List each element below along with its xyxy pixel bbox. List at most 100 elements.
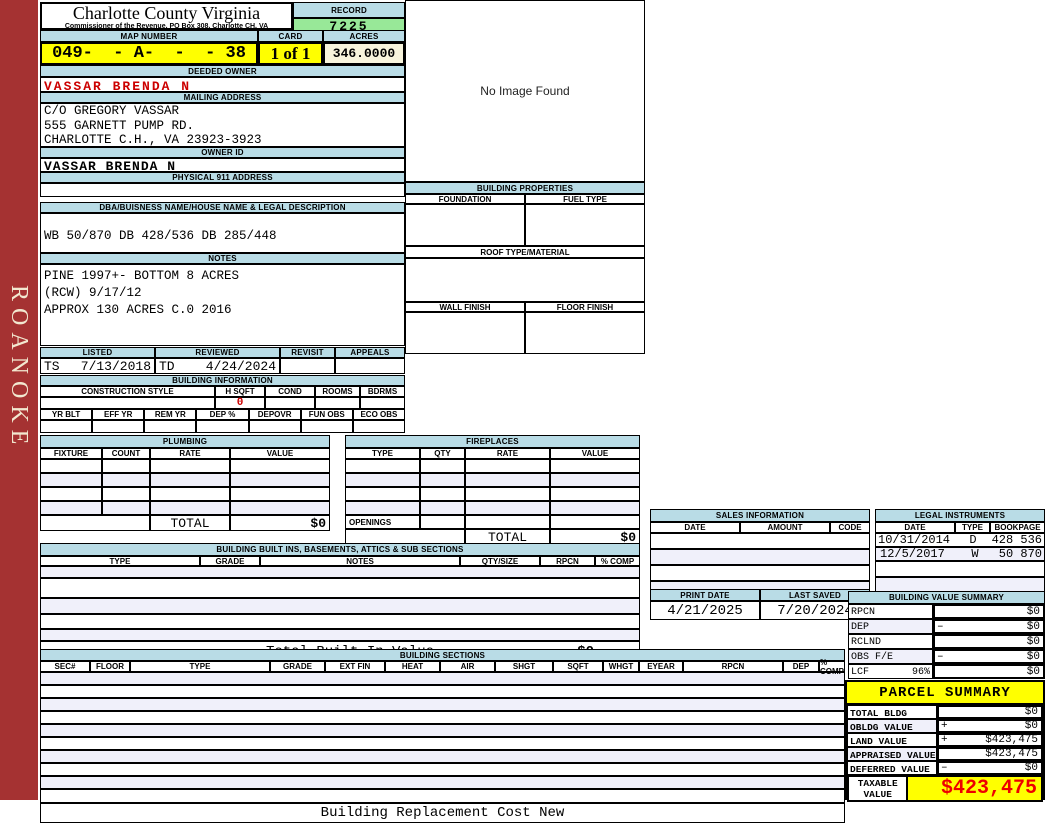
parcel-value-cell: – $0 (937, 761, 1043, 775)
table-row (40, 724, 845, 737)
table-row (40, 672, 845, 685)
instrument-date: 12/5/2017 (880, 547, 945, 561)
map-number-value: 049- - A- - - 38 (40, 42, 258, 65)
parcel-value: $423,475 (985, 734, 1038, 746)
fireplaces-table: FIREPLACES TYPE QTY RATE VALUE OPENINGS … (345, 435, 640, 545)
col-yrblt: YR BLT (40, 409, 93, 420)
col-rate: RATE (465, 448, 550, 459)
wall-finish-label: WALL FINISH (405, 302, 525, 312)
mailing-line: 555 GARNETT PUMP RD. (44, 118, 195, 133)
mailing-address-box: C/O GREGORY VASSAR 555 GARNETT PUMP RD. … (40, 103, 405, 147)
floor-finish-label: FLOOR FINISH (525, 302, 645, 312)
vs-value: $0 (1026, 665, 1040, 678)
vs-pct: 96% (911, 667, 930, 678)
listed-date: 7/13/2018 (80, 359, 151, 374)
note-line: APPROX 130 ACRES C.0 2016 (44, 303, 232, 317)
vs-value-cell: – $0 (933, 619, 1045, 634)
table-row: 10/31/2014 D 428 536 (875, 533, 1045, 547)
table-row (40, 698, 845, 711)
construction-style-value (40, 397, 215, 409)
table-row (40, 501, 330, 515)
vs-value-cell: – $0 (933, 649, 1045, 664)
deeded-owner-value: VASSAR BRENDA N (40, 77, 405, 94)
instrument-date: 10/31/2014 (878, 533, 951, 547)
table-row (650, 549, 870, 565)
parcel-label: OBLDG VALUE (847, 719, 937, 733)
legal-description-label: DBA/BUISNESS NAME/HOUSE NAME & LEGAL DES… (40, 202, 405, 213)
taxable-value: $423,475 (906, 775, 1043, 802)
parcel-value: $0 (1024, 720, 1038, 732)
table-row (40, 685, 845, 698)
reviewed-by: TD (159, 359, 175, 374)
table-row (345, 459, 640, 473)
table-row (40, 776, 845, 789)
wall-finish-value (405, 312, 525, 354)
col-depovr: DEPOVR (248, 409, 301, 420)
title-box: Charlotte County Virginia Commissioner o… (40, 2, 293, 30)
col-air: AIR (440, 661, 495, 672)
col-dep: DEP (783, 661, 819, 672)
vs-value-cell: $0 (933, 604, 1045, 619)
col-rate: RATE (150, 448, 230, 459)
building-information-title: BUILDING INFORMATION (40, 375, 405, 386)
plumbing-title: PLUMBING (40, 435, 330, 448)
print-date-label: PRINT DATE (650, 589, 760, 601)
acres-label: ACRES (323, 30, 405, 42)
col-grade: GRADE (200, 556, 260, 566)
table-row (40, 789, 845, 803)
mailing-line: CHARLOTTE C.H., VA 23923-3923 (44, 133, 262, 147)
parcel-label: TOTAL BLDG VALUE (847, 705, 937, 730)
building-properties-table: BUILDING PROPERTIES FOUNDATION FUEL TYPE… (405, 182, 645, 354)
col-code: CODE (830, 522, 870, 533)
built-ins-title: BUILDING BUILT INS, BASEMENTS, ATTICS & … (40, 543, 640, 556)
table-row (40, 473, 330, 487)
parcel-value-cell: $0 (937, 705, 1043, 719)
foundation-label: FOUNDATION (405, 194, 525, 204)
built-ins-table: BUILDING BUILT INS, BASEMENTS, ATTICS & … (40, 543, 640, 663)
parcel-op: + (941, 720, 948, 732)
cond-value (265, 397, 315, 409)
col-cond: COND (265, 386, 315, 397)
col-type: TYPE (345, 448, 420, 459)
building-value-summary-title: BUILDING VALUE SUMMARY (848, 591, 1045, 604)
vs-value-cell: $0 (933, 634, 1045, 649)
vs-label: RPCN (848, 604, 933, 619)
funobs-value (300, 420, 353, 433)
vs-label-lcf: LCF 96% (848, 664, 933, 679)
col-type: TYPE (955, 522, 990, 533)
table-row (40, 711, 845, 724)
plumbing-total-label: TOTAL (150, 515, 230, 531)
table-row (875, 561, 1045, 577)
table-row (345, 487, 640, 501)
yrblt-value (40, 420, 93, 433)
table-row (40, 763, 845, 776)
parcel-value-cell: + $423,475 (937, 733, 1043, 747)
parcel-op: + (941, 734, 948, 746)
parcel-summary: PARCEL SUMMARY TOTAL BLDG VALUE $0 OBLDG… (845, 680, 1045, 802)
building-sections-table: BUILDING SECTIONS SEC# FLOOR TYPE GRADE … (40, 649, 845, 823)
notes-label: NOTES (40, 253, 405, 264)
vs-label: LCF (851, 667, 870, 678)
appeals-label: APPEALS (335, 347, 405, 358)
deeded-owner-label: DEEDED OWNER (40, 65, 405, 77)
table-row (40, 629, 640, 641)
listed-value: TS 7/13/2018 (40, 358, 155, 374)
table-row (40, 737, 845, 750)
col-count: COUNT (102, 448, 150, 459)
col-ecoobs: ECO OBS (352, 409, 405, 420)
note-line: PINE 1997+- BOTTOM 8 ACRES (44, 269, 240, 283)
building-sections-title: BUILDING SECTIONS (40, 649, 845, 661)
parcel-value-cell: + $0 (937, 719, 1043, 733)
col-funobs: FUN OBS (300, 409, 353, 420)
plumbing-table: PLUMBING FIXTURE COUNT RATE VALUE TOTAL … (40, 435, 330, 531)
roof-type-value (405, 258, 645, 302)
bdrms-value (360, 397, 405, 409)
parcel-value: $423,475 (985, 748, 1038, 760)
rooms-value (315, 397, 360, 409)
sales-table: SALES INFORMATION DATE AMOUNT CODE (650, 509, 870, 597)
vs-value-cell: $0 (933, 664, 1045, 679)
listed-label: LISTED (40, 347, 155, 358)
taxable-value-label: TAXABLE VALUE (847, 775, 909, 802)
instrument-bookpage: 428 536 (991, 533, 1042, 547)
col-type: TYPE (40, 556, 200, 566)
